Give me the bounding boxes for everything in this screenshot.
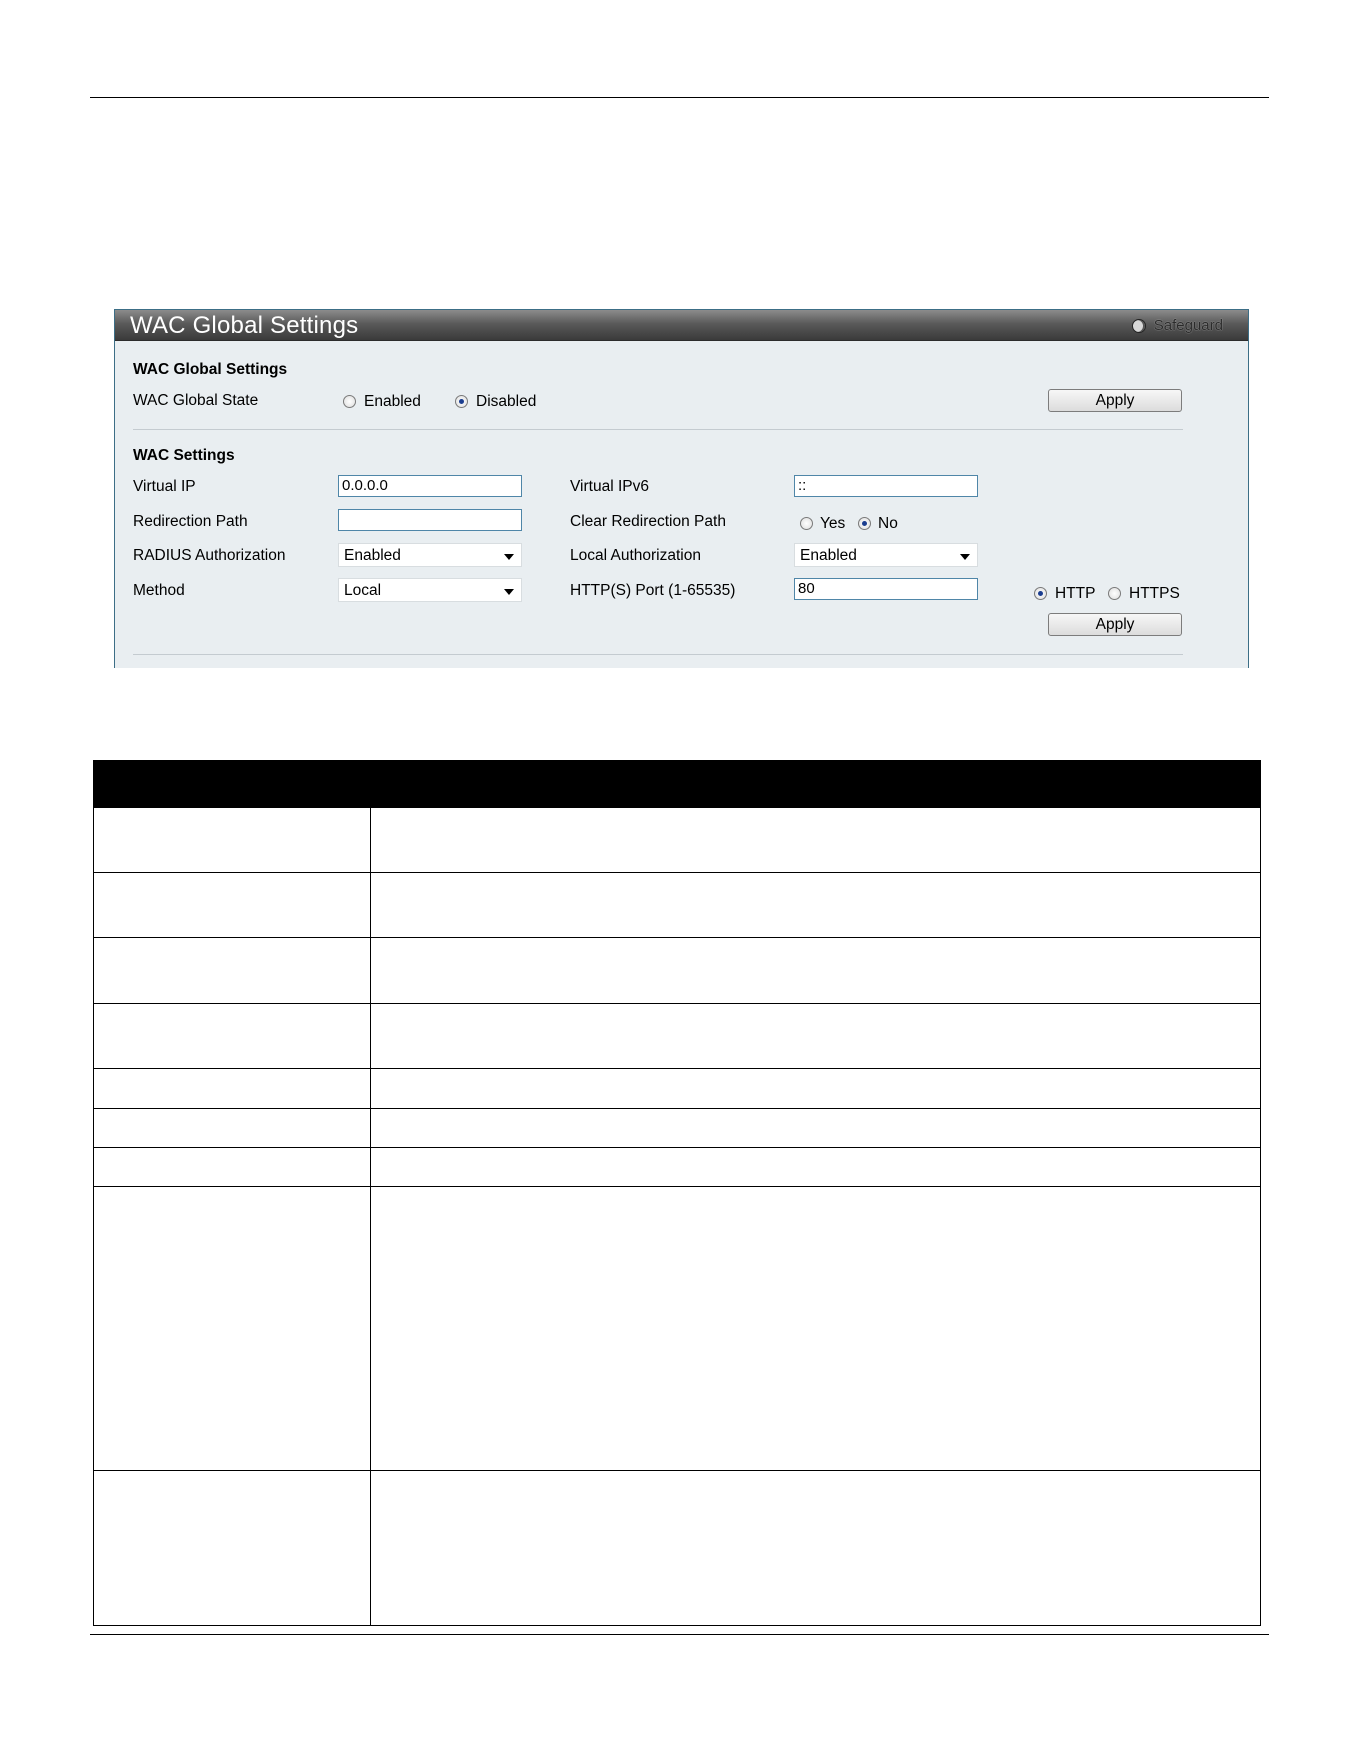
protocol-https-radio[interactable] (1108, 587, 1121, 600)
http-port-input[interactable] (794, 578, 978, 600)
table-row (93, 1147, 1261, 1187)
local-authorization-label: Local Authorization (570, 547, 701, 564)
table-row (93, 872, 1261, 938)
panel-header: WAC Global Settings Safeguard (115, 310, 1248, 341)
section-divider-bottom (133, 654, 1183, 655)
global-section-heading: WAC Global Settings (133, 361, 288, 378)
table-row (93, 1068, 1261, 1109)
redirection-path-input[interactable] (338, 509, 522, 531)
chevron-down-icon (960, 554, 970, 560)
clear-redirection-yes-label: Yes (820, 515, 846, 532)
table-header-row (93, 760, 1261, 808)
safeguard-icon (1131, 318, 1146, 333)
wac-global-state-label: WAC Global State (133, 392, 259, 409)
radius-authorization-label: RADIUS Authorization (133, 547, 286, 564)
protocol-http-radio[interactable] (1034, 587, 1047, 600)
global-apply-button[interactable]: Apply (1048, 389, 1182, 412)
table-cell (93, 1108, 371, 1148)
clear-redirection-no-radio[interactable] (858, 517, 871, 530)
clear-redirection-yes-radio[interactable] (800, 517, 813, 530)
global-state-enabled-radio[interactable] (343, 395, 356, 408)
local-authorization-select[interactable]: Enabled (794, 543, 978, 567)
table-cell (370, 1470, 1261, 1626)
table-header-cell (93, 760, 371, 808)
safeguard-indicator[interactable]: Safeguard (1131, 317, 1223, 334)
redirection-path-label: Redirection Path (133, 513, 248, 530)
header-rule (90, 97, 1269, 98)
wac-global-settings-panel: WAC Global Settings Safeguard WAC Global… (114, 309, 1249, 668)
section-divider (133, 429, 1183, 430)
table-cell (370, 872, 1261, 938)
global-state-disabled-radio[interactable] (455, 395, 468, 408)
table-cell (93, 937, 371, 1004)
virtual-ipv6-input[interactable] (794, 475, 978, 497)
chevron-down-icon (504, 554, 514, 560)
wac-settings-apply-button[interactable]: Apply (1048, 613, 1182, 636)
table-row (93, 937, 1261, 1004)
table-row (93, 1108, 1261, 1148)
table-cell (370, 1068, 1261, 1109)
radius-authorization-select[interactable]: Enabled (338, 543, 522, 567)
local-authorization-value: Enabled (800, 547, 857, 564)
table-header-cell (370, 760, 1261, 808)
table-cell (93, 1068, 371, 1109)
table-cell (370, 807, 1261, 873)
table-cell (370, 1108, 1261, 1148)
table-row (93, 1470, 1261, 1626)
table-cell (93, 1186, 371, 1471)
global-state-disabled-label: Disabled (476, 393, 537, 410)
protocol-https-label: HTTPS (1129, 585, 1180, 602)
protocol-http-label: HTTP (1055, 585, 1096, 602)
radius-authorization-value: Enabled (344, 547, 401, 564)
table-cell (370, 1003, 1261, 1069)
table-row (93, 807, 1261, 873)
table-cell (93, 872, 371, 938)
virtual-ip-label: Virtual IP (133, 478, 196, 495)
table-cell (93, 807, 371, 873)
method-select[interactable]: Local (338, 578, 522, 602)
method-label: Method (133, 582, 185, 599)
virtual-ip-input[interactable] (338, 475, 522, 497)
method-value: Local (344, 582, 382, 599)
table-cell (370, 1186, 1261, 1471)
table-cell (93, 1470, 371, 1626)
panel-title: WAC Global Settings (130, 312, 359, 339)
table-cell (93, 1003, 371, 1069)
table-row (93, 1186, 1261, 1471)
virtual-ipv6-label: Virtual IPv6 (570, 478, 649, 495)
safeguard-label: Safeguard (1153, 317, 1223, 334)
http-port-label: HTTP(S) Port (1-65535) (570, 582, 736, 599)
table-cell (370, 937, 1261, 1004)
clear-redirection-path-label: Clear Redirection Path (570, 513, 726, 530)
footer-rule (90, 1634, 1269, 1635)
wac-settings-heading: WAC Settings (133, 447, 235, 464)
chevron-down-icon (504, 589, 514, 595)
table-cell (370, 1147, 1261, 1187)
global-state-enabled-label: Enabled (364, 393, 421, 410)
table-row (93, 1003, 1261, 1069)
clear-redirection-no-label: No (878, 515, 898, 532)
table-cell (93, 1147, 371, 1187)
parameter-description-table (93, 760, 1261, 1626)
